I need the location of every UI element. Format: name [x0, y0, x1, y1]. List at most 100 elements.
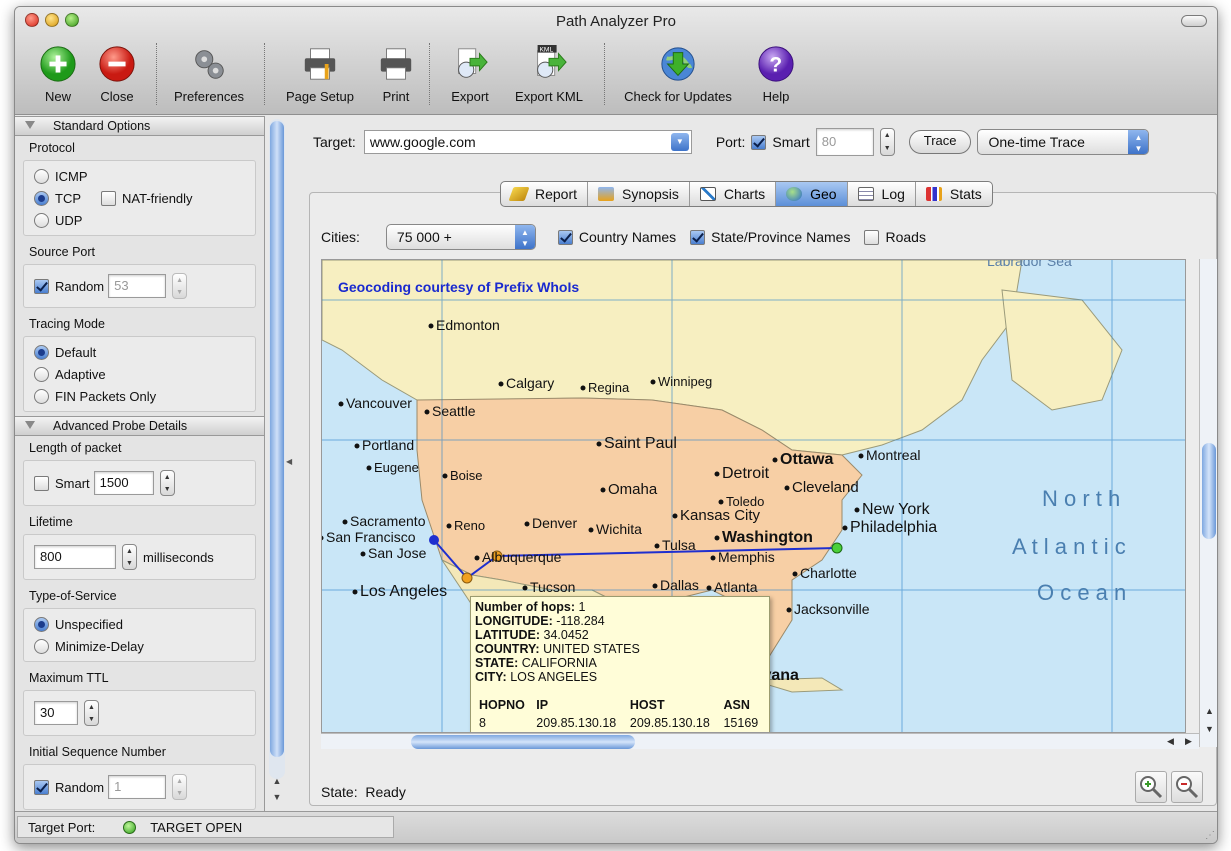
city-label: Dallas [660, 577, 699, 593]
geo-map[interactable]: Edmonton Calgary Regina Winnipeg Vancouver Se… [321, 259, 1186, 733]
isn-random-checkbox[interactable] [34, 779, 49, 795]
length-stepper[interactable]: ▲ ▼ [159, 470, 175, 496]
map-vertical-scrollbar[interactable]: ▲ ▼ [1199, 259, 1217, 747]
radio-fin[interactable] [34, 388, 49, 404]
port-stepper[interactable]: ▲ ▼ [879, 128, 895, 156]
scroll-up-icon[interactable]: ▲ [1205, 706, 1214, 716]
scroll-left-icon[interactable]: ◀ [1167, 736, 1174, 747]
mode-adaptive[interactable]: Adaptive [34, 363, 245, 385]
source-port-field[interactable]: 53 [108, 274, 167, 298]
tab-report[interactable]: Report [501, 182, 589, 206]
city-dot [524, 521, 530, 527]
radio-unspecified[interactable] [34, 616, 49, 632]
radio-default[interactable] [34, 344, 49, 360]
roads-checkbox[interactable] [864, 229, 880, 245]
close-button[interactable]: Close [77, 39, 157, 104]
tip-state: STATE: CALIFORNIA [475, 656, 597, 670]
trace-mode-popup[interactable]: One-time Trace ▲ ▼ [977, 129, 1150, 155]
chevron-down-icon[interactable]: ▼ [670, 133, 689, 151]
radio-tcp[interactable] [34, 190, 49, 206]
country-names-checkbox[interactable] [557, 229, 573, 245]
help-button[interactable]: ? Help [736, 39, 816, 104]
ttl-group: 30 ▲ ▼ [23, 690, 256, 736]
port-field[interactable]: 80 [815, 128, 874, 156]
updown-icon[interactable]: ▲ ▼ [514, 225, 535, 249]
source-port-stepper[interactable]: ▲ ▼ [172, 273, 188, 299]
city-label: Winnipeg [658, 374, 712, 389]
ttl-field[interactable]: 30 [34, 701, 78, 725]
tab-log[interactable]: Log [848, 182, 916, 206]
cities-popup[interactable]: 75 000 + ▲ ▼ [385, 224, 536, 250]
disclosure-triangle-icon[interactable] [25, 421, 35, 429]
target-label: Target: [313, 134, 356, 150]
standard-options-header[interactable]: Standard Options [15, 116, 264, 136]
radio-adaptive[interactable] [34, 366, 49, 382]
updown-icon[interactable]: ▲ ▼ [1128, 130, 1149, 154]
tos-min-delay[interactable]: Minimize-Delay [34, 635, 245, 657]
export-kml-button[interactable]: KML Export KML [509, 39, 589, 104]
tab-stats[interactable]: Stats [916, 182, 992, 206]
tos-unspecified[interactable]: Unspecified [34, 613, 245, 635]
city-label: Edmonton [436, 317, 500, 333]
disclosure-triangle-icon[interactable] [25, 121, 35, 129]
zoom-out-button[interactable] [1171, 771, 1203, 803]
advanced-probe-header[interactable]: Advanced Probe Details [15, 416, 264, 436]
scroll-down-icon[interactable]: ▼ [269, 789, 285, 805]
zoom-in-button[interactable] [1135, 771, 1167, 803]
scroll-right-icon[interactable]: ▶ [1185, 736, 1192, 747]
nat-friendly-checkbox[interactable] [101, 190, 116, 206]
map-horizontal-scrollbar[interactable]: ◀ ▶ [321, 733, 1199, 749]
protocol-udp[interactable]: UDP [34, 209, 245, 231]
lifetime-unit: milliseconds [143, 549, 214, 565]
length-field[interactable]: 1500 [93, 471, 154, 495]
tab-charts[interactable]: Charts [690, 182, 777, 206]
state-names-checkbox[interactable] [690, 229, 706, 245]
source-port-random-checkbox[interactable] [34, 278, 49, 294]
route-source-marker[interactable] [429, 535, 439, 545]
split-handle-icon[interactable]: ◀ [286, 457, 292, 466]
preferences-button[interactable]: Preferences [169, 39, 249, 104]
mode-default[interactable]: Default [34, 341, 245, 363]
tos-title: Type-of-Service [29, 589, 117, 603]
stats-icon [925, 187, 942, 201]
radio-min-delay[interactable] [34, 638, 49, 654]
status-bar: Target Port: TARGET OPEN ⋰ [15, 811, 1217, 843]
protocol-icmp[interactable]: ICMP [34, 165, 245, 187]
city-label: Atlanta [714, 579, 758, 595]
tab-geo[interactable]: Geo [776, 182, 848, 206]
scroll-down-icon[interactable]: ▼ [1205, 724, 1214, 734]
print-button[interactable]: Print [356, 39, 436, 104]
resize-grip-icon[interactable]: ⋰ [1205, 830, 1215, 841]
sidebar-scrollbar[interactable] [269, 119, 285, 779]
export-button[interactable]: Export [430, 39, 510, 104]
isn-stepper[interactable]: ▲ ▼ [172, 774, 188, 800]
tab-synopsis[interactable]: Synopsis [588, 182, 690, 206]
ttl-stepper[interactable]: ▲ ▼ [84, 700, 99, 726]
lifetime-field[interactable]: 800 [34, 545, 116, 569]
globe-icon [786, 187, 803, 201]
mode-fin[interactable]: FIN Packets Only [34, 385, 245, 407]
city-dot [366, 465, 372, 471]
target-combo[interactable]: www.google.com ▼ [363, 130, 692, 154]
port-smart-checkbox[interactable] [751, 134, 767, 150]
route-hop-marker[interactable] [461, 572, 473, 584]
route-target-marker[interactable] [831, 542, 843, 554]
page-setup-button[interactable]: Page Setup [280, 39, 360, 104]
map-hscroll-thumb[interactable] [411, 735, 635, 749]
toolbar-toggle-icon[interactable] [1181, 15, 1207, 27]
trace-button[interactable]: Trace [908, 130, 972, 154]
lifetime-stepper[interactable]: ▲ ▼ [122, 544, 137, 570]
sidebar-scroll-thumb[interactable] [270, 121, 284, 757]
state-value: Ready [365, 784, 406, 800]
map-vscroll-thumb[interactable] [1202, 443, 1216, 539]
radio-udp[interactable] [34, 212, 49, 228]
sidebar-scroll-arrows[interactable]: ▲ ▼ [269, 773, 285, 813]
help-label: Help [762, 89, 790, 104]
isn-field[interactable]: 1 [108, 775, 167, 799]
check-updates-button[interactable]: Check for Updates [622, 39, 734, 104]
radio-icmp[interactable] [34, 168, 49, 184]
length-smart-checkbox[interactable] [34, 475, 49, 491]
scroll-up-icon[interactable]: ▲ [269, 773, 285, 789]
protocol-tcp[interactable]: TCP NAT-friendly [34, 187, 245, 209]
tab-synopsis-label: Synopsis [622, 186, 679, 202]
